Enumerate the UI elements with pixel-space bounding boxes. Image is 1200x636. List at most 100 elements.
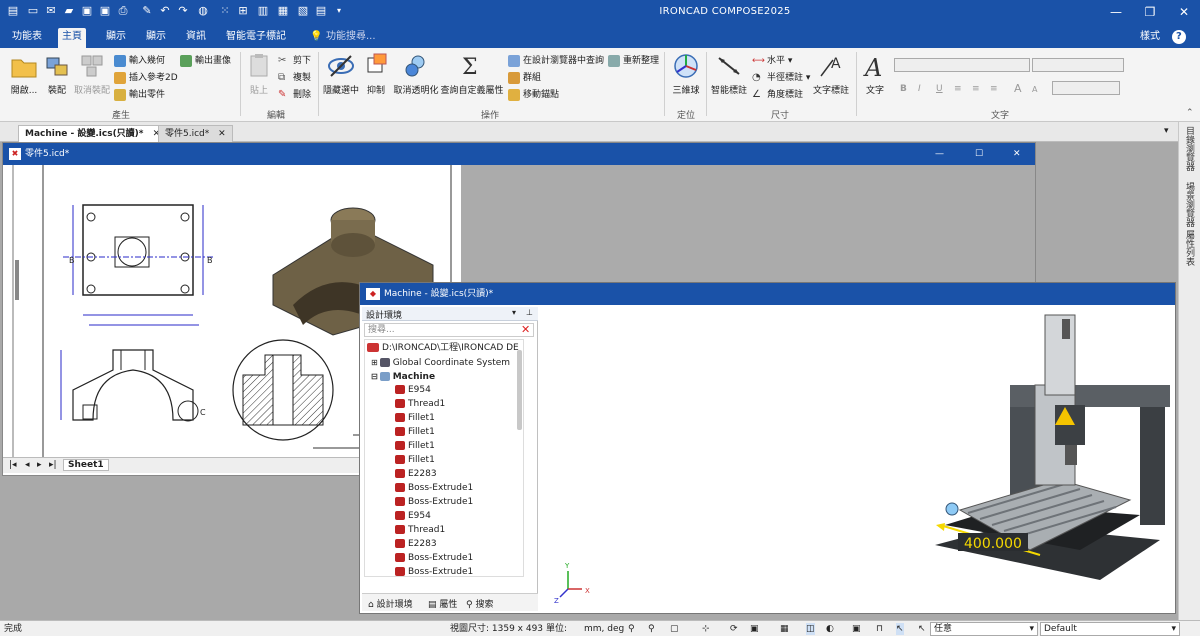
font-size-select[interactable]	[1032, 58, 1124, 72]
prev-sheet-icon[interactable]: ◂	[25, 460, 30, 470]
font-grow-button[interactable]: A	[1014, 81, 1022, 97]
hide-selected-button[interactable]: 隱藏選中	[322, 52, 360, 96]
view-cube-icon[interactable]: ▢	[670, 623, 679, 635]
scheme-select[interactable]: Default ▾	[1040, 622, 1180, 636]
align-center-icon[interactable]: ≡	[972, 81, 980, 97]
shading-icon[interactable]: ◐	[826, 623, 834, 635]
text-button[interactable]: A 文字	[860, 52, 890, 96]
tree-item[interactable]: Boss-Extrude1	[395, 496, 473, 509]
bold-button[interactable]: B	[900, 81, 907, 97]
smart-dimension-button[interactable]: 智能標註	[710, 52, 748, 96]
pin-icon[interactable]: ⊥	[526, 308, 533, 317]
move-anchor-button[interactable]: 移動錨點	[508, 87, 559, 103]
tab-display[interactable]: 顯示	[142, 28, 170, 48]
pointer-mode-icon[interactable]: ↖	[918, 623, 926, 635]
tab-design-env[interactable]: ⌂ 設計環境	[368, 597, 413, 610]
tab-properties[interactable]: ▤ 屬性	[428, 597, 457, 610]
3d-viewport[interactable]: 400.000 Y X Z	[540, 305, 1175, 613]
rotate-icon[interactable]: ⟳	[730, 623, 738, 635]
zoom-icon[interactable]: ⚲	[628, 623, 635, 635]
italic-button[interactable]: I	[918, 81, 921, 97]
import-geometry-button[interactable]: 輸入幾何	[114, 53, 165, 69]
minimize-button[interactable]: —	[1106, 3, 1126, 21]
doc-tab-part5[interactable]: 零件5.icd* ✕	[158, 125, 233, 142]
text-dimension-button[interactable]: A 文字標註	[812, 52, 850, 96]
tree-item[interactable]: Boss-Extrude1	[395, 566, 473, 576]
export-image-button[interactable]: 輸出畫像	[180, 53, 231, 69]
tab-smart-markup[interactable]: 智能電子標記	[222, 28, 290, 48]
unassemble-button[interactable]: 取消裝配	[72, 52, 112, 96]
export-part-button[interactable]: 輸出零件	[114, 87, 165, 103]
panel-tab-properties[interactable]: 屬性列表	[1183, 230, 1196, 266]
tree-item[interactable]: Boss-Extrude1	[395, 552, 473, 565]
expand-icon[interactable]: ⊞	[371, 358, 378, 367]
panel-tab-scene[interactable]: 場景瀏覽器	[1183, 182, 1196, 227]
orient-icon[interactable]: ⊹	[702, 623, 710, 635]
tab-info[interactable]: 資訊	[182, 28, 210, 48]
tree-item[interactable]: Boss-Extrude1	[395, 482, 473, 495]
restore-button[interactable]: ❐	[1140, 3, 1160, 21]
selection-mode-select[interactable]: 任意 ▾	[930, 622, 1038, 636]
open-button[interactable]: 開啟...	[8, 52, 40, 96]
tab-home[interactable]: 主頁	[58, 28, 86, 48]
text-color-select[interactable]	[1052, 81, 1120, 95]
drawing-close-button[interactable]: ✕	[1013, 143, 1021, 165]
box-icon[interactable]: ▣	[852, 623, 861, 635]
tree-item[interactable]: E2283	[395, 468, 437, 481]
feature-search-input[interactable]: 功能搜尋...	[322, 28, 380, 48]
render-mode-icon[interactable]: ▣	[750, 623, 759, 635]
align-right-icon[interactable]: ≡	[990, 81, 998, 97]
align-left-icon[interactable]: ≡	[954, 81, 962, 97]
next-sheet-icon[interactable]: ▸	[37, 460, 42, 470]
select-filter-icon[interactable]: ◫	[806, 623, 815, 635]
tree-search-input[interactable]: 搜尋...	[364, 323, 534, 337]
doc-tab-machine[interactable]: Machine - 設變.ics(只讀)* ✕	[18, 125, 168, 142]
tree-item[interactable]: Fillet1	[395, 454, 435, 467]
tree-item[interactable]: Thread1	[395, 398, 445, 411]
tab-view[interactable]: 顯示	[102, 28, 130, 48]
reorganize-button[interactable]: 重新整理	[608, 53, 659, 69]
cancel-transparent-button[interactable]: 取消透明化	[392, 52, 440, 96]
last-sheet-icon[interactable]: ▸|	[49, 460, 57, 470]
help-icon[interactable]: ?	[1172, 30, 1186, 44]
lock-icon[interactable]: ⊓	[876, 623, 883, 635]
machine-window[interactable]: ◆ Machine - 設變.ics(只讀)* 設計環境 ▾ ⊥ 搜尋... ✕…	[359, 282, 1176, 614]
tree-item[interactable]: Thread1	[395, 524, 445, 537]
tree-item-global-cs[interactable]: ⊞ Global Coordinate System	[371, 356, 510, 369]
drawing-maximize-button[interactable]: ☐	[975, 143, 983, 165]
style-menu[interactable]: 樣式	[1136, 28, 1164, 48]
group-button[interactable]: 群組	[508, 70, 541, 86]
tri-ball-button[interactable]: 三維球	[668, 52, 704, 96]
first-sheet-icon[interactable]: |◂	[9, 460, 17, 470]
font-family-select[interactable]	[894, 58, 1030, 72]
tab-list-dropdown-icon[interactable]: ▾	[1164, 126, 1169, 136]
tree-item[interactable]: Fillet1	[395, 426, 435, 439]
query-custom-props-button[interactable]: Σ 查詢自定義屬性	[440, 52, 504, 96]
tree-item-machine[interactable]: ⊟ Machine	[371, 370, 435, 383]
suppress-button[interactable]: 抑制	[362, 52, 390, 96]
dimension-value-label[interactable]: 400.000	[964, 536, 1022, 552]
panel-tab-catalog[interactable]: 目錄瀏覽器	[1183, 126, 1196, 171]
tab-function-menu[interactable]: 功能表	[8, 28, 46, 48]
delete-button[interactable]: ✎ 刪除	[278, 87, 311, 103]
clear-search-icon[interactable]: ✕	[521, 323, 530, 336]
underline-button[interactable]: U	[936, 81, 943, 97]
insert-ref2d-button[interactable]: 插入參考2D	[114, 70, 178, 86]
pointer-icon[interactable]: ↖	[896, 623, 904, 635]
collapse-ribbon-icon[interactable]: ⌃	[1186, 108, 1194, 118]
tab-search[interactable]: ⚲ 搜索	[466, 597, 493, 610]
collapse-icon[interactable]: ⊟	[371, 372, 378, 381]
tree-item[interactable]: Fillet1	[395, 412, 435, 425]
copy-button[interactable]: ⧉ 複製	[278, 70, 311, 86]
tree-item[interactable]: E954	[395, 510, 431, 523]
paste-button[interactable]: 貼上	[244, 52, 274, 96]
sheet-tab-sheet1[interactable]: Sheet1	[63, 459, 109, 471]
close-icon[interactable]: ✕	[218, 129, 226, 139]
tree-root[interactable]: D:\IRONCAD\工程\IRONCAD DE	[367, 342, 519, 355]
drawing-minimize-button[interactable]: —	[935, 143, 944, 165]
assemble-button[interactable]: 裝配	[42, 52, 72, 96]
tree-item[interactable]: Fillet1	[395, 440, 435, 453]
tree-item[interactable]: E2283	[395, 538, 437, 551]
cut-button[interactable]: ✂ 剪下	[278, 53, 311, 69]
angle-dimension-button[interactable]: ∠ 角度標註	[752, 87, 803, 103]
